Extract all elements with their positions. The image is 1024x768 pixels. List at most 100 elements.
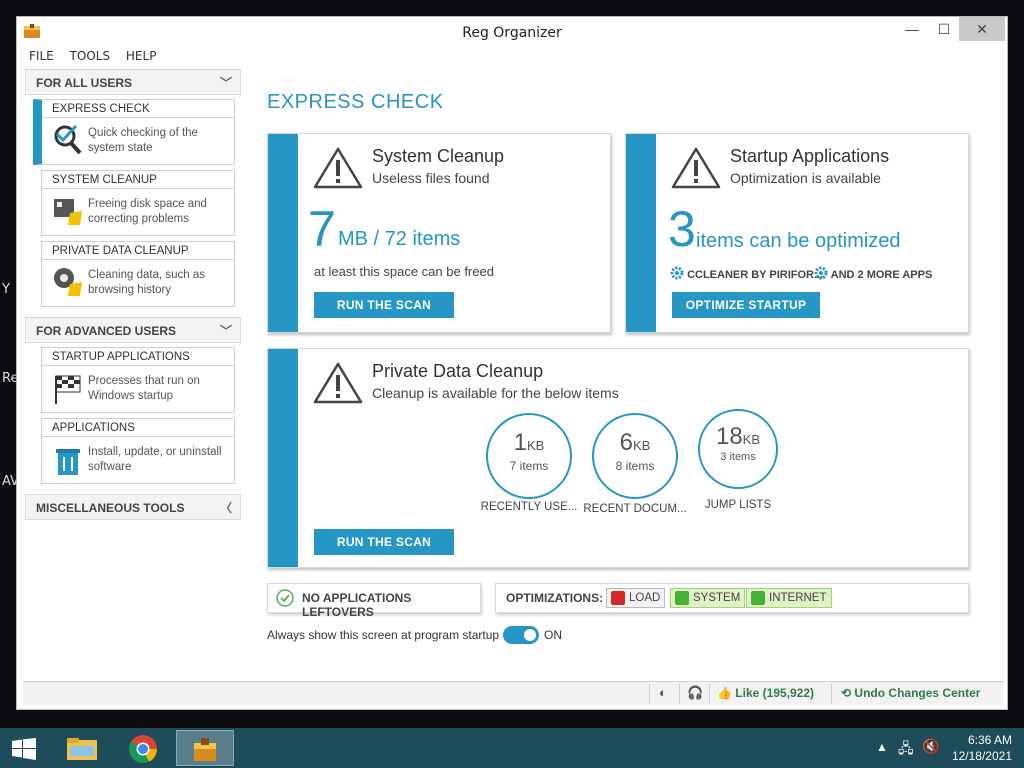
optimization-label: LOAD	[629, 592, 661, 604]
warning-icon	[313, 147, 363, 189]
status-separator	[831, 684, 832, 704]
headset-icon[interactable]: 🎧	[687, 685, 703, 701]
undo-label: Undo Changes Center	[854, 686, 981, 700]
menu-bar: FILE TOOLS HELP	[21, 49, 160, 67]
app-window: Reg Organizer — ☐ ✕ FILE TOOLS HELP FOR …	[16, 16, 1008, 710]
reg-organizer-taskbar-button[interactable]	[176, 730, 234, 766]
start-button[interactable]	[0, 730, 48, 766]
section-miscellaneous-tools[interactable]: MISCELLANEOUS TOOLS 〈	[25, 494, 241, 520]
disk-broom-icon	[54, 199, 82, 225]
optimization-label: SYSTEM	[693, 592, 741, 604]
private-data-cleanup-card: Private Data Cleanup Cleanup is availabl…	[267, 348, 969, 568]
window-title: Reg Organizer	[462, 25, 562, 41]
warning-icon	[313, 362, 363, 404]
section-for-all-users[interactable]: FOR ALL USERS ﹀	[25, 69, 241, 95]
sidebar-item-title: STARTUP APPLICATIONS	[42, 348, 234, 366]
magnifier-check-icon	[54, 124, 82, 155]
circle-label: RECENTLY USE...	[480, 501, 578, 513]
chevron-left-icon: 〈	[219, 501, 232, 515]
recently-used-circle[interactable]: 1KB 7 items	[486, 413, 572, 499]
card-stripe	[268, 134, 298, 332]
show-hidden-icons-arrow-icon[interactable]: ▲	[876, 740, 888, 754]
sidebar-item-desc: Quick checking of the system state	[88, 127, 198, 154]
startup-more-apps[interactable]: AND 2 MORE APPS	[814, 266, 932, 281]
file-explorer-taskbar-button[interactable]	[56, 730, 108, 766]
sidebar-item-desc: Install, update, or uninstall software	[88, 446, 222, 473]
section-for-advanced-users[interactable]: FOR ADVANCED USERS ﹀	[25, 317, 241, 343]
section-label: FOR ALL USERS	[36, 76, 133, 90]
circle-items: 3 items	[720, 451, 756, 463]
optimizations-bar: OPTIMIZATIONS: LOAD SYSTEM INTERNET	[495, 583, 969, 613]
chevron-down-icon: ﹀	[219, 76, 232, 90]
optimization-system[interactable]: SYSTEM	[670, 588, 746, 608]
checkered-flag-icon	[55, 375, 81, 404]
menu-tools[interactable]: TOOLS	[70, 49, 111, 63]
card-title: Private Data Cleanup	[372, 361, 544, 381]
jump-lists-circle[interactable]: 18KB 3 items	[698, 409, 778, 489]
cleanup-note: at least this space can be freed	[314, 264, 494, 279]
menu-help[interactable]: HELP	[126, 49, 157, 63]
startup-toggle-label: Always show this screen at program start…	[267, 628, 500, 642]
close-button[interactable]: ✕	[959, 17, 1005, 41]
sidebar-item-system-cleanup[interactable]: SYSTEM CLEANUP Freeing disk space and co…	[41, 170, 235, 236]
maximize-button[interactable]: ☐	[929, 17, 959, 41]
cleanup-size-unit: MB / 72 items	[338, 228, 461, 250]
startup-app-item[interactable]: CCLEANER BY PIRIFOR...	[670, 266, 823, 281]
startup-more-label: AND 2 MORE APPS	[830, 269, 933, 281]
undo-icon: ⟲	[841, 686, 852, 700]
sidebar-item-desc: Processes that run on Windows startup	[88, 375, 200, 402]
startup-app-label: CCLEANER BY PIRIFOR...	[687, 269, 824, 281]
startup-toggle[interactable]	[503, 626, 539, 644]
windows-logo-icon	[12, 738, 36, 760]
sidebar-item-startup-applications[interactable]: STARTUP APPLICATIONS Processes that run …	[41, 347, 235, 413]
sidebar-item-applications[interactable]: APPLICATIONS Install, update, or uninsta…	[41, 418, 235, 484]
clock-date: 12/18/2021	[951, 749, 1012, 763]
menu-file[interactable]: FILE	[29, 49, 54, 63]
chrome-taskbar-button[interactable]	[116, 730, 168, 766]
run-scan-button[interactable]: RUN THE SCAN	[314, 529, 454, 555]
recent-documents-circle[interactable]: 6KB 8 items	[592, 413, 678, 499]
brightness-icon[interactable]: ◐	[659, 685, 667, 700]
network-icon[interactable]: 🖧	[898, 738, 914, 762]
undo-changes-center-button[interactable]: ⟲ Undo Changes Center	[841, 686, 980, 700]
optimization-label: INTERNET	[769, 592, 827, 604]
toggle-knob	[524, 629, 536, 641]
leftovers-label: NO APPLICATIONS LEFTOVERS	[302, 591, 412, 619]
card-subtitle: Optimization is available	[730, 170, 881, 186]
volume-muted-icon[interactable]: 🔇	[922, 738, 939, 755]
sidebar-item-title: APPLICATIONS	[42, 419, 234, 437]
sidebar-item-title: SYSTEM CLEANUP	[42, 171, 234, 189]
clock[interactable]: 6:36 AM 12/18/2021	[952, 732, 1012, 764]
sidebar-item-private-data-cleanup[interactable]: PRIVATE DATA CLEANUP Cleaning data, such…	[41, 241, 235, 307]
reg-organizer-app-icon	[194, 738, 216, 761]
status-separator	[709, 684, 710, 704]
power-icon	[751, 591, 765, 605]
optimize-startup-button[interactable]: OPTIMIZE STARTUP	[672, 292, 820, 318]
leftovers-status[interactable]: NO APPLICATIONS LEFTOVERS	[267, 583, 481, 619]
optimizations-label: OPTIMIZATIONS:	[506, 591, 604, 605]
status-separator	[649, 684, 650, 704]
card-stripe	[268, 349, 298, 567]
sidebar-item-desc: Freeing disk space and correcting proble…	[88, 198, 207, 225]
optimization-load[interactable]: LOAD	[606, 588, 666, 608]
sidebar: FOR ALL USERS ﹀ EXPRESS CHECK Quick chec…	[23, 67, 245, 683]
thumbs-up-icon: 👍	[717, 686, 732, 700]
like-button[interactable]: 👍 Like (195,922)	[717, 686, 814, 700]
run-scan-button[interactable]: RUN THE SCAN	[314, 292, 454, 318]
circle-items: 8 items	[615, 459, 655, 473]
section-label: FOR ADVANCED USERS	[36, 324, 177, 338]
folder-icon	[67, 738, 97, 760]
minimize-button[interactable]: —	[897, 17, 927, 41]
card-title: System Cleanup	[372, 146, 505, 166]
title-bar[interactable]: Reg Organizer — ☐ ✕	[17, 17, 1007, 47]
circle-items: 7 items	[509, 459, 549, 473]
status-separator	[679, 684, 680, 704]
warning-icon	[671, 147, 721, 189]
gear-icon	[814, 266, 828, 280]
card-title: Startup Applications	[730, 146, 890, 166]
gear-icon	[670, 266, 684, 280]
sidebar-item-express-check[interactable]: EXPRESS CHECK Quick checking of the syst…	[33, 99, 235, 165]
power-icon	[675, 591, 689, 605]
card-subtitle: Useless files found	[372, 170, 490, 186]
optimization-internet[interactable]: INTERNET	[746, 588, 832, 608]
